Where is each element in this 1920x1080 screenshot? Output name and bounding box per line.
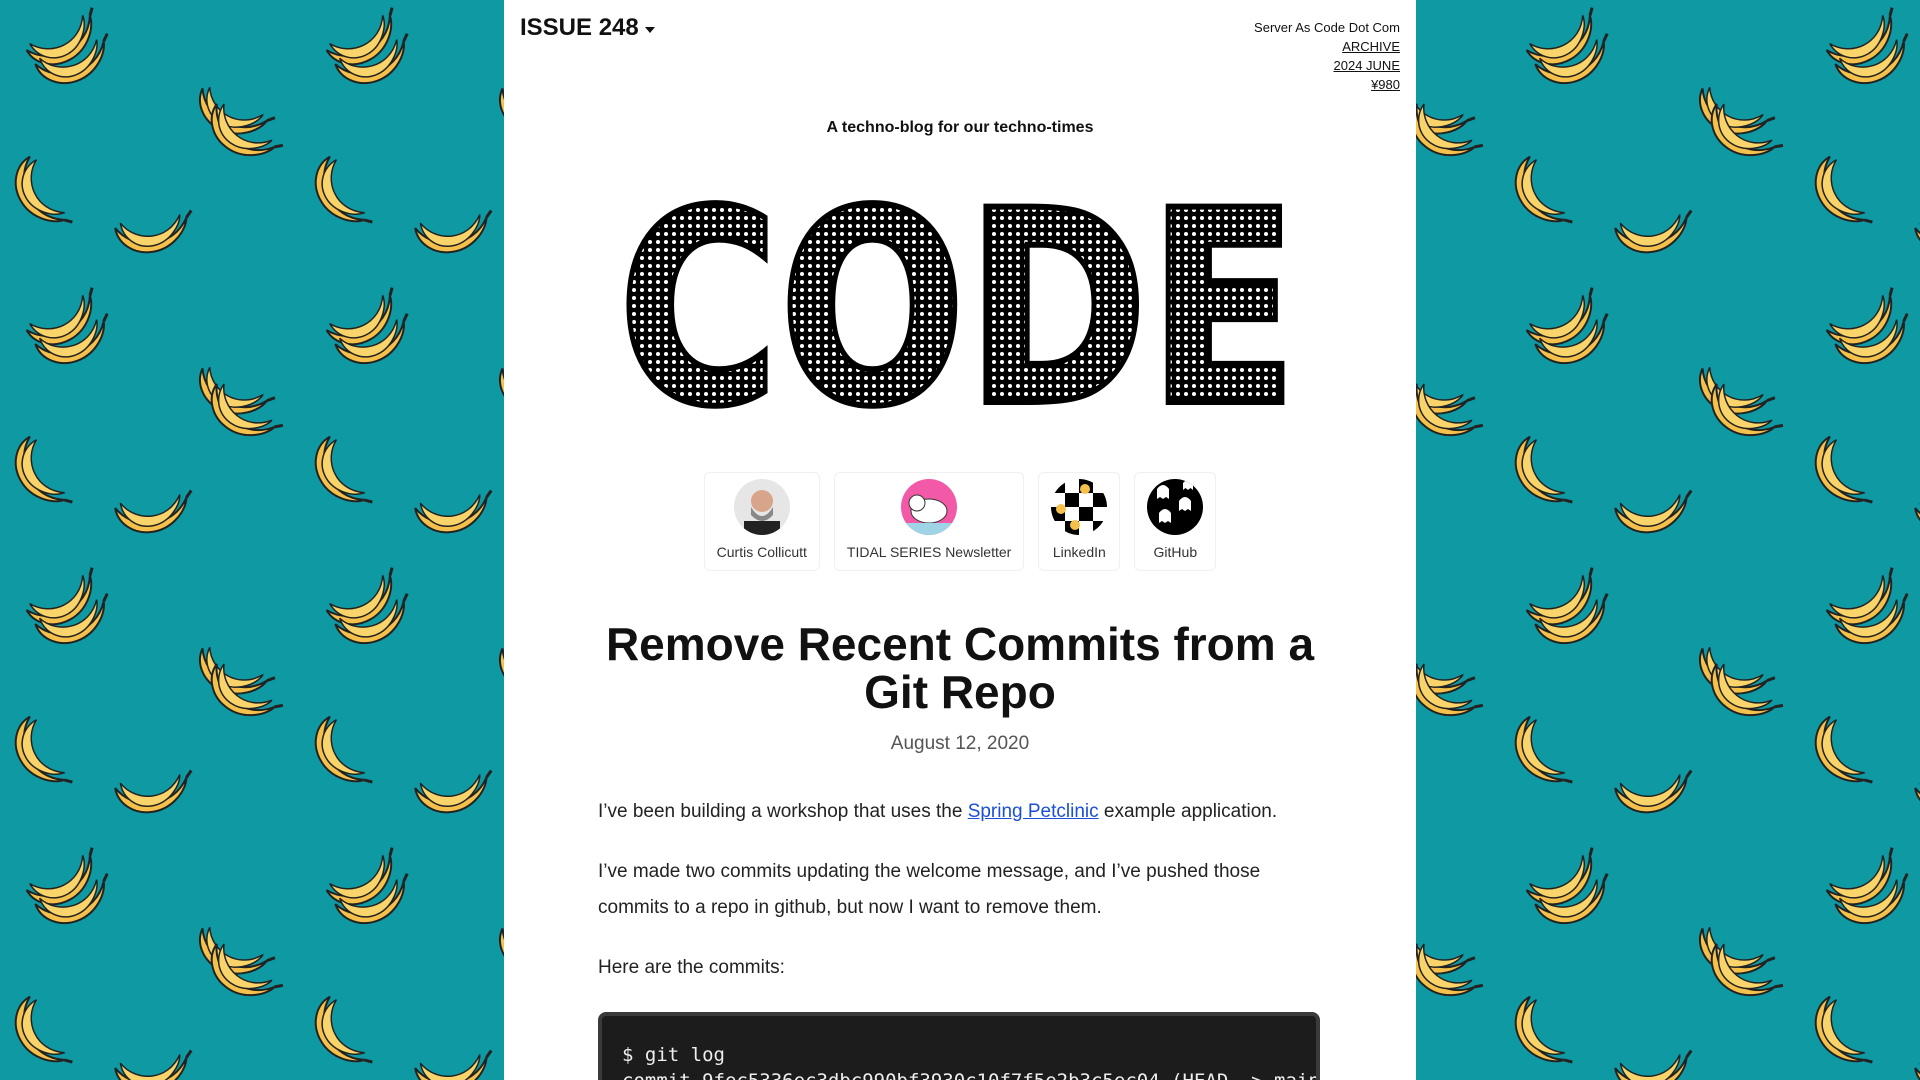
paragraph-text: I’ve been building a workshop that uses … bbox=[598, 801, 968, 822]
spring-petclinic-link[interactable]: Spring Petclinic bbox=[968, 801, 1099, 822]
profile-label: Curtis Collicutt bbox=[716, 544, 807, 560]
paragraph-text: example application. bbox=[1098, 801, 1278, 822]
code-logo: CODE bbox=[615, 151, 1301, 440]
profile-label: LinkedIn bbox=[1052, 544, 1106, 560]
issue-label: ISSUE 248 bbox=[520, 14, 639, 41]
profile-label: GitHub bbox=[1153, 544, 1198, 560]
paragraph-1: I’ve been building a workshop that uses … bbox=[598, 794, 1328, 830]
paragraph-3: Here are the commits: bbox=[598, 957, 785, 978]
price-link[interactable]: ¥980 bbox=[1254, 75, 1400, 94]
profile-links: Curtis Collicutt TIDAL SERIES Newsletter… bbox=[504, 472, 1416, 571]
profile-github[interactable]: GitHub bbox=[1134, 472, 1217, 571]
profile-label: TIDAL SERIES Newsletter bbox=[846, 544, 1012, 560]
site-name: Server As Code Dot Com bbox=[1254, 20, 1400, 35]
profile-linkedin[interactable]: LinkedIn bbox=[1038, 472, 1121, 571]
logo-text: CODE bbox=[618, 154, 1298, 440]
issue-menu-button[interactable]: ISSUE 248 bbox=[520, 14, 655, 42]
article-date: August 12, 2020 bbox=[890, 733, 1030, 754]
profile-tidal-series[interactable]: TIDAL SERIES Newsletter bbox=[833, 472, 1025, 571]
code-block: $ git log commit 9fec5336ec3dbc990bf3930c… bbox=[598, 1012, 1320, 1080]
page-container: ISSUE 248 Server As Code Dot Com ARCHIVE… bbox=[504, 0, 1416, 1080]
person-avatar-icon bbox=[733, 479, 790, 535]
code-line: commit 9fec5336ec3dbc990bf3930c10f7f5e2b… bbox=[622, 1068, 1316, 1080]
checkered-smiley-avatar-icon bbox=[1051, 479, 1108, 535]
paragraph-2: I’ve made two commits updating the welco… bbox=[598, 861, 1261, 918]
tagline: A techno-blog for our techno-times bbox=[826, 119, 1094, 136]
ghost-pattern-avatar-icon bbox=[1147, 479, 1204, 535]
caret-down-icon bbox=[644, 27, 655, 33]
profile-curtis-collicutt[interactable]: Curtis Collicutt bbox=[703, 472, 820, 571]
archive-link[interactable]: ARCHIVE bbox=[1254, 37, 1400, 56]
article-title: Remove Recent Commits from a Git Repo bbox=[605, 618, 1315, 718]
site-links: Server As Code Dot Com ARCHIVE 2024 JUNE… bbox=[1254, 18, 1400, 94]
date-link[interactable]: 2024 JUNE bbox=[1254, 56, 1400, 75]
polar-bear-avatar-icon bbox=[901, 479, 958, 535]
code-line: $ git log bbox=[622, 1044, 725, 1066]
